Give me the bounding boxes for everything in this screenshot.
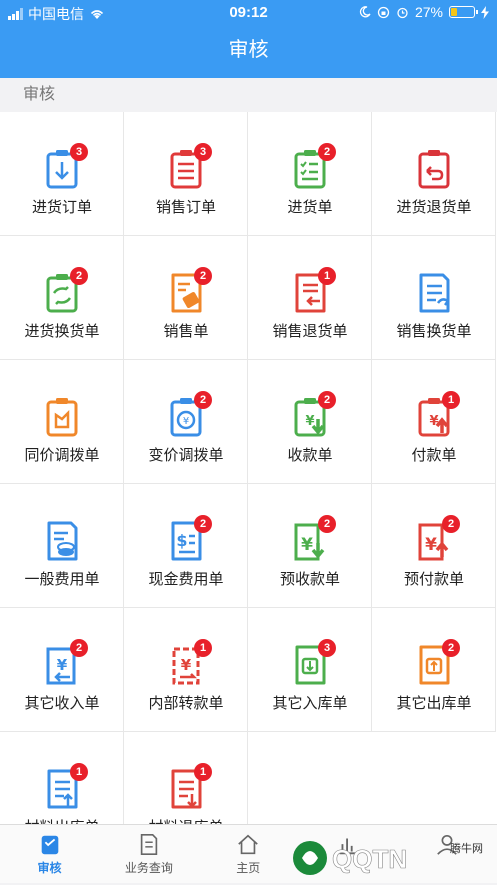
badge-count: 2 [318, 515, 336, 533]
tab-label: 业务查询 [124, 861, 173, 875]
badge-count: 2 [442, 639, 460, 657]
tile-label: 同价调拨单 [24, 447, 100, 464]
tile-label: 现金费用单 [148, 571, 224, 588]
tile-return-clipboard[interactable]: 进货退货单 [372, 112, 496, 236]
tile-label: 进货订单 [31, 199, 92, 216]
svg-text:¥: ¥ [301, 535, 313, 555]
tile-label: 进货单 [287, 199, 333, 216]
svg-text:¥: ¥ [181, 656, 192, 674]
tile-yen-transfer[interactable]: ¥1 内部转款单 [124, 608, 248, 732]
tile-yen-in[interactable]: ¥2 其它收入单 [0, 608, 124, 732]
tile-cash-document[interactable]: $2 现金费用单 [124, 484, 248, 608]
tile-label: 预收款单 [279, 571, 340, 588]
tab-document[interactable]: 业务查询 [99, 825, 198, 884]
tile-material-out[interactable]: 1 材料出库单 [0, 732, 124, 824]
exchange-document-icon [419, 273, 450, 313]
audit-icon [41, 835, 58, 855]
tile-label: 材料出库单 [0, 816, 124, 824]
badge-count: 2 [70, 639, 88, 657]
tile-label: 销售订单 [155, 199, 216, 216]
tile-exchange-document[interactable]: 销售换货单 [372, 236, 496, 360]
tile-payment-up[interactable]: ¥1 付款单 [372, 360, 496, 484]
watermark-logo: QQTN 腾牛网 [290, 836, 490, 880]
tile-yen-down[interactable]: ¥2 预收款单 [248, 484, 372, 608]
svg-text:¥: ¥ [429, 414, 438, 429]
tab-audit[interactable]: 审核 [0, 825, 99, 884]
battery-percent: 27% [414, 4, 443, 20]
badge-count: 1 [442, 391, 460, 409]
tile-checklist-clipboard[interactable]: 2 进货单 [248, 112, 372, 236]
tile-material-return[interactable]: 1 材料退库单 [124, 732, 248, 824]
badge-count: 1 [70, 763, 88, 781]
tile-label: 进货换货单 [24, 323, 100, 340]
charging-icon [481, 5, 489, 19]
tile-stock-out[interactable]: 2 其它出库单 [372, 608, 496, 732]
tile-label: 其它收入单 [24, 695, 100, 712]
badge-count: 3 [70, 143, 88, 161]
tile-stock-in[interactable]: 3 其它入库单 [248, 608, 372, 732]
tile-label: 其它出库单 [396, 695, 472, 712]
badge-count: 2 [194, 515, 212, 533]
badge-count: 2 [194, 267, 212, 285]
svg-text:¥: ¥ [57, 656, 68, 674]
tile-label: 内部转款单 [148, 695, 224, 712]
tile-coins-document[interactable]: 一般费用单 [0, 484, 124, 608]
badge-count: 3 [194, 143, 212, 161]
battery-icon [449, 6, 478, 18]
orientation-lock-icon [377, 6, 390, 18]
tile-receipt-down[interactable]: ¥2 收款单 [248, 360, 372, 484]
transfer-clipboard-icon [46, 398, 78, 437]
alarm-icon [397, 7, 408, 18]
tile-label: 预付款单 [403, 571, 464, 588]
tile-yen-up[interactable]: ¥2 预付款单 [372, 484, 496, 608]
tile-label: 销售换货单 [396, 323, 472, 340]
tab-label: 审核 [37, 861, 62, 875]
svg-text:QQTN: QQTN [332, 844, 407, 874]
tile-label: 销售单 [163, 323, 209, 340]
moon-icon [359, 6, 371, 18]
audit-grid: 3 进货订单 3 销售订单 2 进货单 进货退货单 2 进货换货单 2 销售单 1 销售退货单 销售换货单… [0, 112, 497, 824]
tile-download-clipboard[interactable]: 3 进货订单 [0, 112, 124, 236]
svg-text:腾牛网: 腾牛网 [450, 841, 483, 855]
status-right: 27% [359, 4, 489, 20]
tile-exchange-clipboard[interactable]: 2 进货换货单 [0, 236, 124, 360]
tile-label: 进货退货单 [396, 199, 472, 216]
tile-list-clipboard[interactable]: 3 销售订单 [124, 112, 248, 236]
badge-count: 1 [194, 763, 212, 781]
badge-count: 2 [318, 143, 336, 161]
svg-text:¥: ¥ [183, 416, 189, 427]
badge-count: 1 [194, 639, 212, 657]
badge-count: 2 [70, 267, 88, 285]
tile-label: 收款单 [287, 447, 333, 464]
tile-label: 变价调拨单 [148, 447, 224, 464]
tile-transfer-clipboard[interactable]: 同价调拨单 [0, 360, 124, 484]
return-clipboard-icon [418, 150, 450, 189]
svg-text:$: $ [176, 531, 187, 550]
badge-count: 1 [318, 267, 336, 285]
badge-count: 3 [318, 639, 336, 657]
tile-label: 其它入库单 [272, 695, 348, 712]
tile-tag-document[interactable]: 2 销售单 [124, 236, 248, 360]
section-header: 审核 [0, 78, 497, 112]
tile-label: 销售退货单 [272, 323, 348, 340]
coins-document-icon [47, 521, 78, 561]
badge-count: 2 [194, 391, 212, 409]
status-bar: 中国电信 09:12 27% [0, 0, 497, 26]
tile-label: 一般费用单 [24, 571, 100, 588]
document-icon [140, 834, 158, 856]
page-title: 审核 [228, 39, 269, 61]
badge-count: 2 [442, 515, 460, 533]
tile-label: 材料退库单 [124, 816, 248, 824]
home-icon [238, 834, 259, 855]
tile-return-document[interactable]: 1 销售退货单 [248, 236, 372, 360]
nav-bar: 审核 [0, 26, 497, 78]
tab-home[interactable]: 主页 [199, 825, 298, 884]
svg-text:¥: ¥ [425, 535, 437, 555]
tile-label: 付款单 [411, 447, 457, 464]
tab-label: 主页 [236, 861, 261, 875]
badge-count: 2 [318, 391, 336, 409]
tile-currency-transfer[interactable]: ¥2 变价调拨单 [124, 360, 248, 484]
